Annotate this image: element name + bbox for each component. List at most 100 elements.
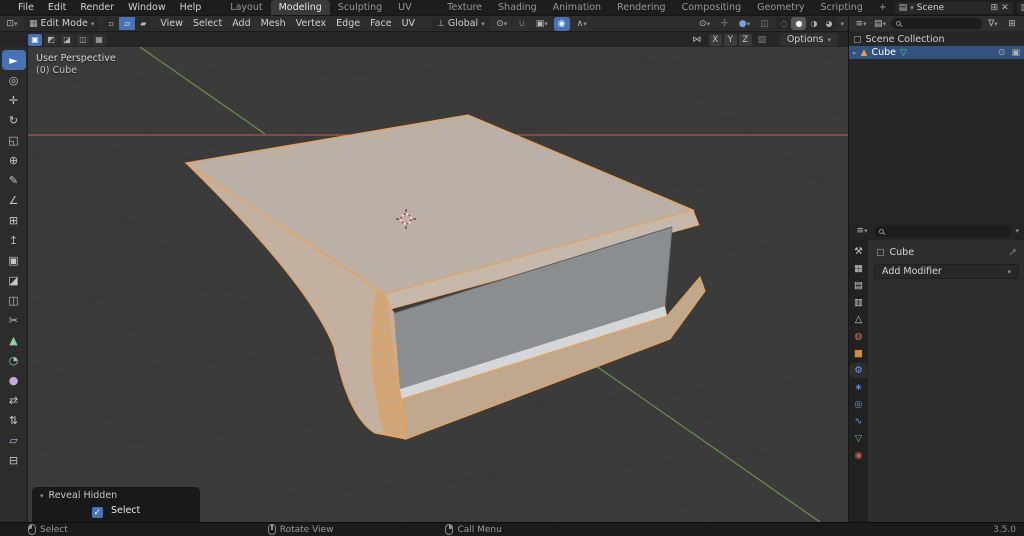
rip-region-tool[interactable]: ⊟ bbox=[2, 450, 26, 470]
shrink-fatten-tool[interactable]: ⇅ bbox=[2, 410, 26, 430]
object-visibility-icon[interactable]: ⊙▾ bbox=[696, 17, 712, 31]
cursor-tool[interactable]: ◎ bbox=[2, 70, 26, 90]
tab-animation[interactable]: Animation bbox=[545, 0, 609, 15]
loop-cut-tool[interactable]: ◫ bbox=[2, 290, 26, 310]
show-overlays-icon[interactable]: ●▾ bbox=[736, 17, 752, 31]
scene-tab[interactable]: △ bbox=[850, 312, 867, 327]
extrude-region-tool[interactable]: ↥ bbox=[2, 230, 26, 250]
mode-selector[interactable]: ▦ Edit Mode ▾ bbox=[24, 17, 99, 30]
hide-eye-icon[interactable]: ⊙ bbox=[998, 48, 1006, 58]
select-checkbox[interactable]: ✓ bbox=[92, 507, 103, 518]
outliner-display-mode-icon[interactable]: ≡▾ bbox=[853, 17, 869, 31]
book-mesh[interactable] bbox=[186, 115, 705, 439]
select-intersect[interactable]: ▦ bbox=[92, 34, 106, 46]
properties-search-input[interactable] bbox=[874, 226, 1011, 237]
smooth-tool[interactable]: ● bbox=[2, 370, 26, 390]
proportional-editing-icon[interactable]: ◉ bbox=[554, 17, 570, 31]
shading-dropdown-icon[interactable]: ▾ bbox=[840, 20, 844, 28]
select-invert[interactable]: ◫ bbox=[76, 34, 90, 46]
tab-uv-editing[interactable]: UV Editing bbox=[390, 0, 439, 15]
vertex-select-mode[interactable]: ▫ bbox=[103, 17, 119, 30]
add-modifier-button[interactable]: Add Modifier ▾ bbox=[874, 264, 1019, 279]
snap-badge-icon[interactable]: ▨ bbox=[754, 33, 770, 47]
outliner-row-cube[interactable]: ▸ ▲ Cube ▽ ⊙ ▣ bbox=[849, 46, 1024, 59]
select-box-tool[interactable]: ► bbox=[2, 50, 26, 70]
falloff-curve-icon[interactable]: ∧▾ bbox=[574, 17, 590, 31]
material-tab[interactable]: ◉ bbox=[850, 448, 867, 463]
tab-sculpting[interactable]: Sculpting bbox=[330, 0, 390, 15]
solid-shading[interactable]: ● bbox=[791, 17, 806, 30]
wireframe-shading[interactable]: ◌ bbox=[776, 17, 791, 30]
transform-tool[interactable]: ⊕ bbox=[2, 150, 26, 170]
material-preview-shading[interactable]: ◑ bbox=[806, 17, 821, 30]
properties-editor-icon[interactable]: ≡▾ bbox=[854, 224, 870, 238]
menu-edit[interactable]: Edit bbox=[41, 0, 73, 15]
filter-funnel-icon[interactable]: ∇▾ bbox=[985, 17, 1001, 31]
annotate-tool[interactable]: ✎ bbox=[2, 170, 26, 190]
bevel-tool[interactable]: ◪ bbox=[2, 270, 26, 290]
tab-modeling[interactable]: Modeling bbox=[271, 0, 330, 15]
outliner-row-scene-collection[interactable]: ▢ Scene Collection bbox=[849, 33, 1024, 46]
output-tab[interactable]: ▤ bbox=[850, 278, 867, 293]
spin-tool[interactable]: ◔ bbox=[2, 350, 26, 370]
options-dropdown[interactable]: Options ▾ bbox=[780, 33, 838, 46]
new-scene-icon[interactable]: ⊞ bbox=[991, 3, 999, 13]
tab-texture-paint[interactable]: Texture Paint bbox=[439, 0, 490, 15]
move-tool[interactable]: ✛ bbox=[2, 90, 26, 110]
scene-selector[interactable]: ▤ ▾ Scene ⊞ ✕ bbox=[895, 2, 1013, 14]
operator-panel-header[interactable]: ▾ Reveal Hidden bbox=[32, 487, 200, 503]
world-tab[interactable]: ◍ bbox=[850, 329, 867, 344]
transform-orientation[interactable]: ⊥ Global ▾ bbox=[432, 17, 490, 30]
select-extend[interactable]: ◩ bbox=[44, 34, 58, 46]
menu-uv[interactable]: UV bbox=[397, 16, 420, 32]
expand-arrow-icon[interactable]: ▸ bbox=[853, 49, 857, 57]
tool-tab[interactable]: ⚒ bbox=[850, 244, 867, 259]
menu-window[interactable]: Window bbox=[121, 0, 172, 15]
pivot-point-icon[interactable]: ⊙▾ bbox=[494, 17, 510, 31]
show-gizmo-icon[interactable]: ✛ bbox=[716, 17, 732, 31]
tab-scripting[interactable]: Scripting bbox=[813, 0, 871, 15]
select-set[interactable]: ▣ bbox=[28, 34, 42, 46]
chevron-down-icon[interactable]: ▾ bbox=[1015, 227, 1019, 235]
rendered-shading[interactable]: ◕ bbox=[821, 17, 836, 30]
rotate-tool[interactable]: ↻ bbox=[2, 110, 26, 130]
shear-tool[interactable]: ▱ bbox=[2, 430, 26, 450]
viewlayer-selector[interactable]: ▥ ▾ ViewLayer ⊞ bbox=[1017, 2, 1024, 14]
menu-view[interactable]: View bbox=[155, 16, 188, 32]
menu-select[interactable]: Select bbox=[188, 16, 227, 32]
modifiers-tab[interactable]: ⚙ bbox=[850, 363, 867, 378]
tab-geometry-nodes[interactable]: Geometry Nodes bbox=[749, 0, 812, 15]
face-select-mode[interactable]: ▰ bbox=[135, 17, 151, 30]
render-tab[interactable]: ▦ bbox=[850, 261, 867, 276]
camera-visibility-icon[interactable]: ▣ bbox=[1011, 48, 1020, 58]
tab-compositing[interactable]: Compositing bbox=[674, 0, 750, 15]
menu-help[interactable]: Help bbox=[173, 0, 209, 15]
constraints-tab[interactable]: ∿ bbox=[850, 414, 867, 429]
add-cube-tool[interactable]: ⊞ bbox=[2, 210, 26, 230]
tab-rendering[interactable]: Rendering bbox=[609, 0, 674, 15]
menu-edge[interactable]: Edge bbox=[331, 16, 365, 32]
tab-layout[interactable]: Layout bbox=[222, 0, 270, 15]
measure-tool[interactable]: ∠ bbox=[2, 190, 26, 210]
new-collection-icon[interactable]: ⊞ bbox=[1004, 17, 1020, 31]
poly-build-tool[interactable]: ▲ bbox=[2, 330, 26, 350]
unlink-scene-icon[interactable]: ✕ bbox=[1001, 3, 1009, 13]
inset-faces-tool[interactable]: ▣ bbox=[2, 250, 26, 270]
menu-vertex[interactable]: Vertex bbox=[291, 16, 332, 32]
menu-face[interactable]: Face bbox=[365, 16, 396, 32]
knife-tool[interactable]: ✂ bbox=[2, 310, 26, 330]
edge-slide-tool[interactable]: ⇄ bbox=[2, 390, 26, 410]
mirror-x-toggle[interactable]: X bbox=[709, 34, 722, 46]
mirror-y-toggle[interactable]: Y bbox=[724, 34, 737, 46]
object-tab[interactable]: ■ bbox=[850, 346, 867, 361]
menu-mesh[interactable]: Mesh bbox=[256, 16, 291, 32]
object-data-tab[interactable]: ▽ bbox=[850, 431, 867, 446]
scale-tool[interactable]: ◱ bbox=[2, 130, 26, 150]
mirror-z-toggle[interactable]: Z bbox=[739, 34, 752, 46]
outliner-search-input[interactable] bbox=[891, 18, 982, 29]
snap-to-icon[interactable]: ▣▾ bbox=[534, 17, 550, 31]
snap-magnet-icon[interactable]: ∪ bbox=[514, 17, 530, 31]
operator-panel[interactable]: ▾ Reveal Hidden ✓ Select bbox=[32, 487, 200, 522]
toggle-xray-icon[interactable]: ◫ bbox=[756, 17, 772, 31]
menu-render[interactable]: Render bbox=[73, 0, 121, 15]
